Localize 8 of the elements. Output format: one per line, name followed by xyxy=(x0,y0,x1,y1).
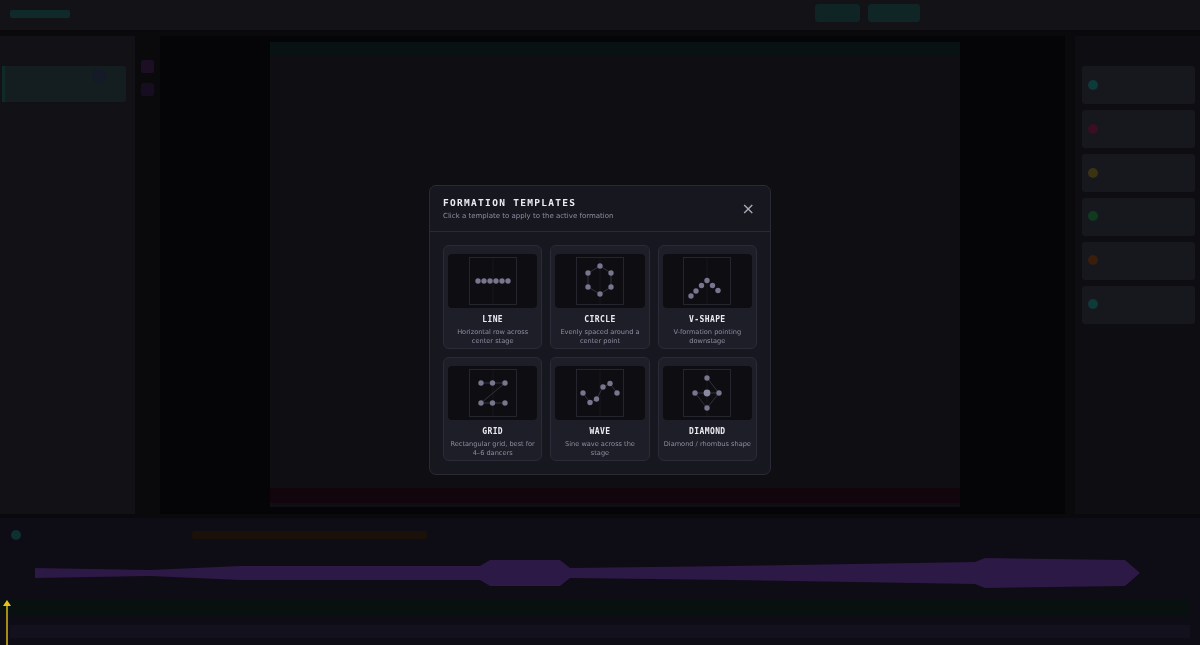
template-name: DIAMOND xyxy=(688,426,727,439)
template-name: GRID xyxy=(481,426,505,439)
template-name: WAVE xyxy=(588,426,612,439)
close-button[interactable]: × xyxy=(739,201,757,217)
template-name: LINE xyxy=(481,314,505,327)
template-name: CIRCLE xyxy=(583,314,617,327)
template-name: V-SHAPE xyxy=(688,314,727,327)
dialog-title: FORMATION TEMPLATES xyxy=(443,196,578,208)
